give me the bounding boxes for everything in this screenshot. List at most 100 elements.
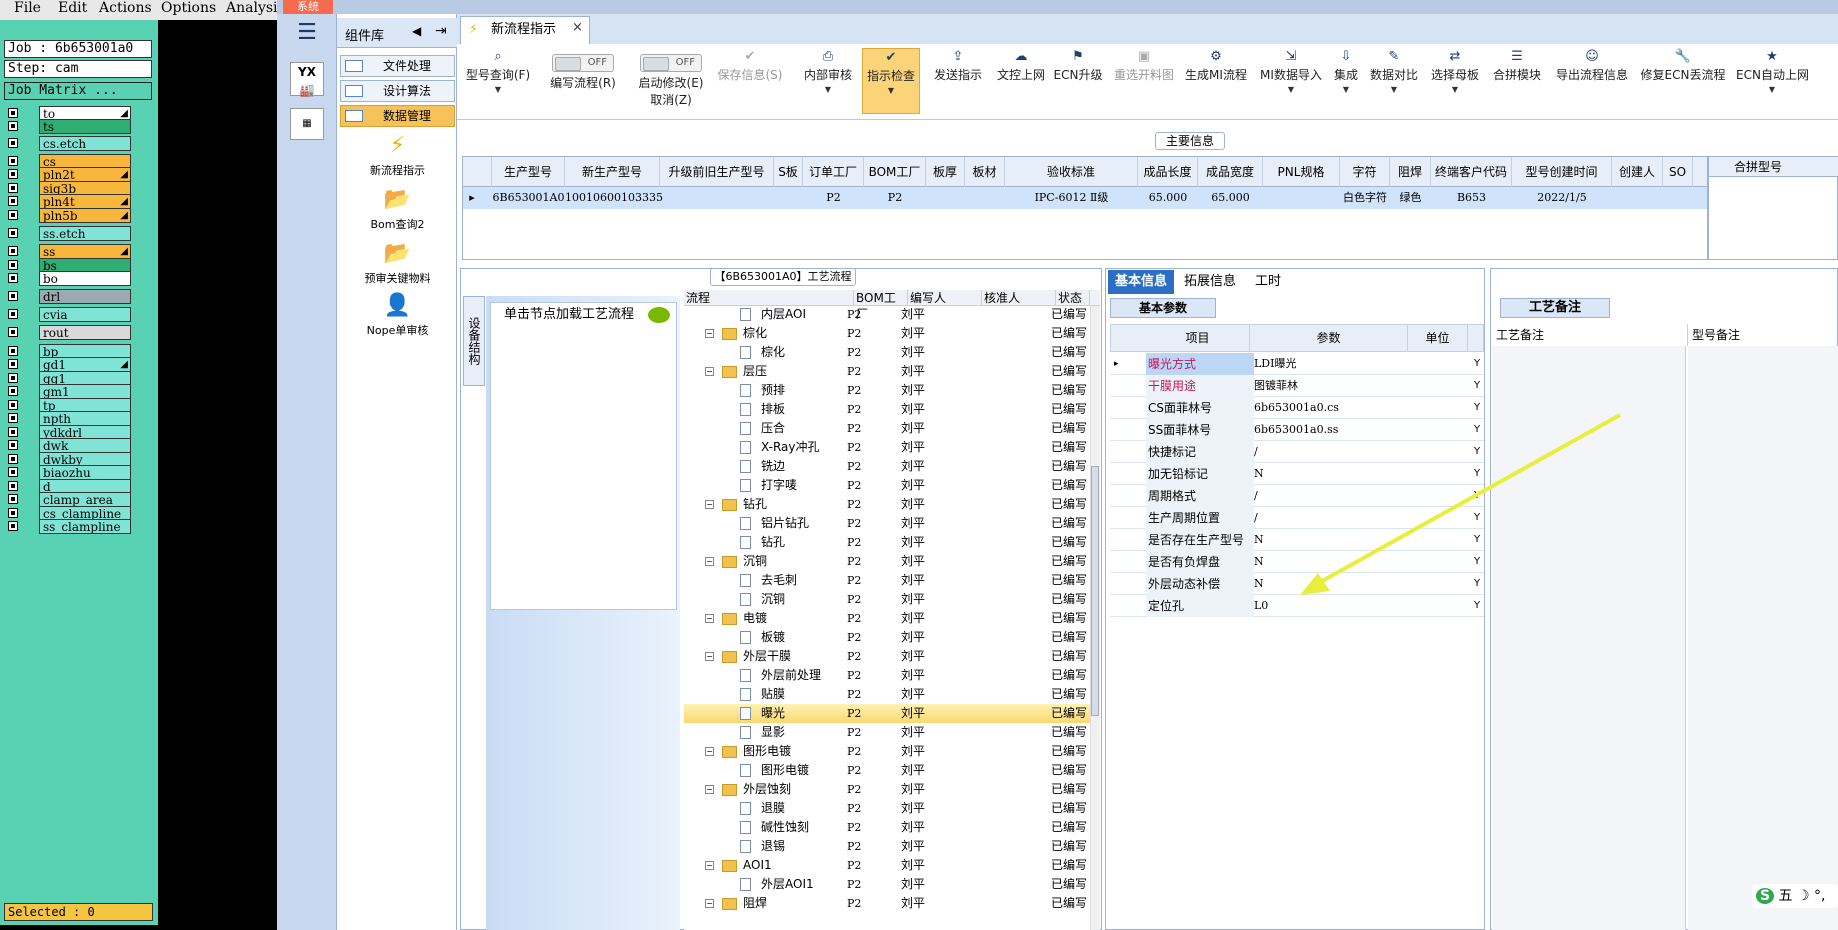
layer-checkbox[interactable]	[8, 440, 18, 450]
collapse-icon[interactable]: ◀	[412, 24, 421, 38]
ribbon-button[interactable]: ▣ 重选开料图	[1106, 48, 1182, 114]
dropdown-arrow-icon[interactable]: ▼	[797, 85, 859, 94]
col-bom-factory[interactable]: BOM工厂	[854, 290, 908, 321]
layer-checkbox[interactable]	[8, 467, 18, 477]
main-info-cell[interactable]: 10010600103335	[565, 187, 663, 209]
main-info-col[interactable]: 订单工厂	[803, 157, 864, 187]
list-item[interactable]: 铣边 P2 刘平 已编写	[684, 457, 1100, 476]
list-item[interactable]: 碱性蚀刻 P2 刘平 已编写	[684, 818, 1100, 837]
ribbon-button[interactable]: ⇪ 发送指示	[930, 48, 986, 114]
layer-checkbox[interactable]	[8, 373, 18, 383]
collapse-icon[interactable]: −	[705, 899, 714, 908]
main-info-cell[interactable]	[1663, 187, 1693, 209]
ribbon-button[interactable]: 🔧 修复ECN丢流程	[1640, 48, 1726, 114]
layer-checkbox[interactable]	[8, 228, 18, 238]
param-value[interactable]: N	[1252, 529, 1264, 551]
layer-checkbox[interactable]	[8, 508, 18, 518]
ribbon-button[interactable]: ⇲ MI数据导入 ▼	[1258, 48, 1324, 114]
ribbon-button[interactable]: OFF 编写流程(R)	[545, 48, 621, 114]
collapse-icon[interactable]: −	[705, 367, 714, 376]
menu-file[interactable]: File	[14, 0, 41, 16]
list-item[interactable]: − 外层干膜 P2 刘平 已编写	[684, 647, 1100, 666]
layer-row[interactable]: drl	[8, 289, 131, 304]
layer-checkbox[interactable]	[8, 108, 18, 118]
layer-checkbox[interactable]	[8, 413, 18, 423]
ribbon-button[interactable]: ⚑ ECN升级	[1052, 48, 1104, 114]
list-item[interactable]: − 外层蚀刻 P2 刘平 已编写	[684, 780, 1100, 799]
ribbon-button[interactable]: ⚙ 生成MI流程	[1182, 48, 1250, 114]
layer-row[interactable]: ss.etch	[8, 226, 131, 241]
menu-edit[interactable]: Edit	[58, 0, 87, 16]
param-value[interactable]: N	[1252, 573, 1264, 595]
main-info-cell[interactable]: 65.000	[1138, 187, 1198, 209]
model-notes-area[interactable]	[1688, 346, 1838, 930]
layer-checkbox[interactable]	[8, 427, 18, 437]
layer-checkbox[interactable]	[8, 273, 18, 283]
main-info-cell[interactable]	[774, 187, 803, 209]
layer-checkbox[interactable]	[8, 346, 18, 356]
layer-row[interactable]: biaozhu	[8, 465, 131, 480]
list-item[interactable]: 排板 P2 刘平 已编写	[684, 400, 1100, 419]
main-info-cell[interactable]: P2	[864, 187, 926, 209]
layer-row[interactable]: pln2t ◢	[8, 167, 131, 182]
main-info-col[interactable]: 成品宽度	[1198, 157, 1263, 187]
list-item[interactable]: 曝光 P2 刘平 已编写	[684, 704, 1100, 723]
dropdown-arrow-icon[interactable]: ▼	[1428, 85, 1482, 94]
ribbon-button[interactable]: OFF 启动修改(E) 取消(Z)	[628, 48, 714, 114]
list-item[interactable]: 板镀 P2 刘平 已编写	[684, 628, 1100, 647]
list-item[interactable]: 预排 P2 刘平 已编写	[684, 381, 1100, 400]
ribbon-button[interactable]: ✔ 指示检查 ▼	[862, 48, 920, 114]
job-matrix-button[interactable]: Job Matrix ...	[4, 82, 152, 100]
ime-toolbar[interactable]: S 五 ☽ °,	[1752, 884, 1838, 908]
main-info-col[interactable]: 字符	[1340, 157, 1390, 187]
col-item[interactable]: 项目	[1146, 324, 1250, 352]
ribbon-button[interactable]: ☰ 合拼模块	[1490, 48, 1544, 114]
layer-row[interactable]: clamp_area	[8, 492, 131, 507]
main-info-col[interactable]: 新生产型号	[565, 157, 660, 187]
tab-new-process[interactable]: ⚡ 新流程指示	[460, 16, 590, 44]
collapse-icon[interactable]: −	[705, 747, 714, 756]
layer-checkbox[interactable]	[8, 210, 18, 220]
close-icon[interactable]: ×	[572, 20, 583, 35]
ribbon-button[interactable]: ⌕ 型号查询(F) ▼	[462, 48, 534, 114]
layer-checkbox[interactable]	[8, 359, 18, 369]
layer-row[interactable]: pln5b ◢	[8, 208, 131, 223]
layer-row[interactable]: rout	[8, 325, 131, 340]
main-info-col[interactable]: 验收标准	[1005, 157, 1138, 187]
col-status[interactable]: 状态	[1056, 290, 1090, 306]
main-info-col[interactable]: 升级前旧生产型号	[660, 157, 774, 187]
layer-row[interactable]: cvia	[8, 307, 131, 322]
layer-checkbox[interactable]	[8, 291, 18, 301]
main-info-cell[interactable]	[1612, 187, 1663, 209]
ribbon-button[interactable]: ★ ECN自动上网 ▼	[1736, 48, 1809, 114]
list-item[interactable]: 贴膜 P2 刘平 已编写	[684, 685, 1100, 704]
main-info-cell[interactable]: B653	[1431, 187, 1512, 209]
list-item[interactable]: − 棕化 P2 刘平 已编写	[684, 324, 1100, 343]
layer-row[interactable]: pln4t ◢	[8, 194, 131, 209]
list-item[interactable]: X-Ray冲孔 P2 刘平 已编写	[684, 438, 1100, 457]
param-value[interactable]: LDI曝光	[1252, 353, 1296, 375]
layer-row[interactable]: dwk	[8, 438, 131, 453]
ribbon-button[interactable]: ✔ 保存信息(S)	[712, 48, 788, 114]
layer-row[interactable]: gd1 ◢	[8, 357, 131, 372]
toggle-switch[interactable]: OFF	[552, 54, 614, 72]
param-value[interactable]: N	[1252, 463, 1264, 485]
list-item[interactable]: 棕化 P2 刘平 已编写	[684, 343, 1100, 362]
col-unit[interactable]: 单位	[1408, 324, 1468, 352]
collapse-icon[interactable]: −	[705, 785, 714, 794]
layer-checkbox[interactable]	[8, 481, 18, 491]
tab-work-hours[interactable]: 工时	[1246, 270, 1290, 294]
list-item[interactable]: 铝片钻孔 P2 刘平 已编写	[684, 514, 1100, 533]
main-info-col[interactable]: 板厚	[926, 157, 965, 187]
dropdown-arrow-icon[interactable]: ▼	[1330, 85, 1362, 94]
list-item[interactable]: − 沉铜 P2 刘平 已编写	[684, 552, 1100, 571]
nav-new-process[interactable]: ⚡ 新流程指示	[340, 132, 455, 182]
calculator-icon[interactable]: ▦	[290, 108, 324, 140]
main-info-col[interactable]: 终端客户代码	[1431, 157, 1512, 187]
layer-row[interactable]: ts	[8, 119, 131, 134]
main-info-col[interactable]: SO	[1663, 157, 1693, 187]
main-info-cell[interactable]: 6B653001A0	[492, 187, 565, 209]
collapse-icon[interactable]: −	[705, 500, 714, 509]
collapse-icon[interactable]: −	[705, 652, 714, 661]
list-item[interactable]: 钻孔 P2 刘平 已编写	[684, 533, 1100, 552]
